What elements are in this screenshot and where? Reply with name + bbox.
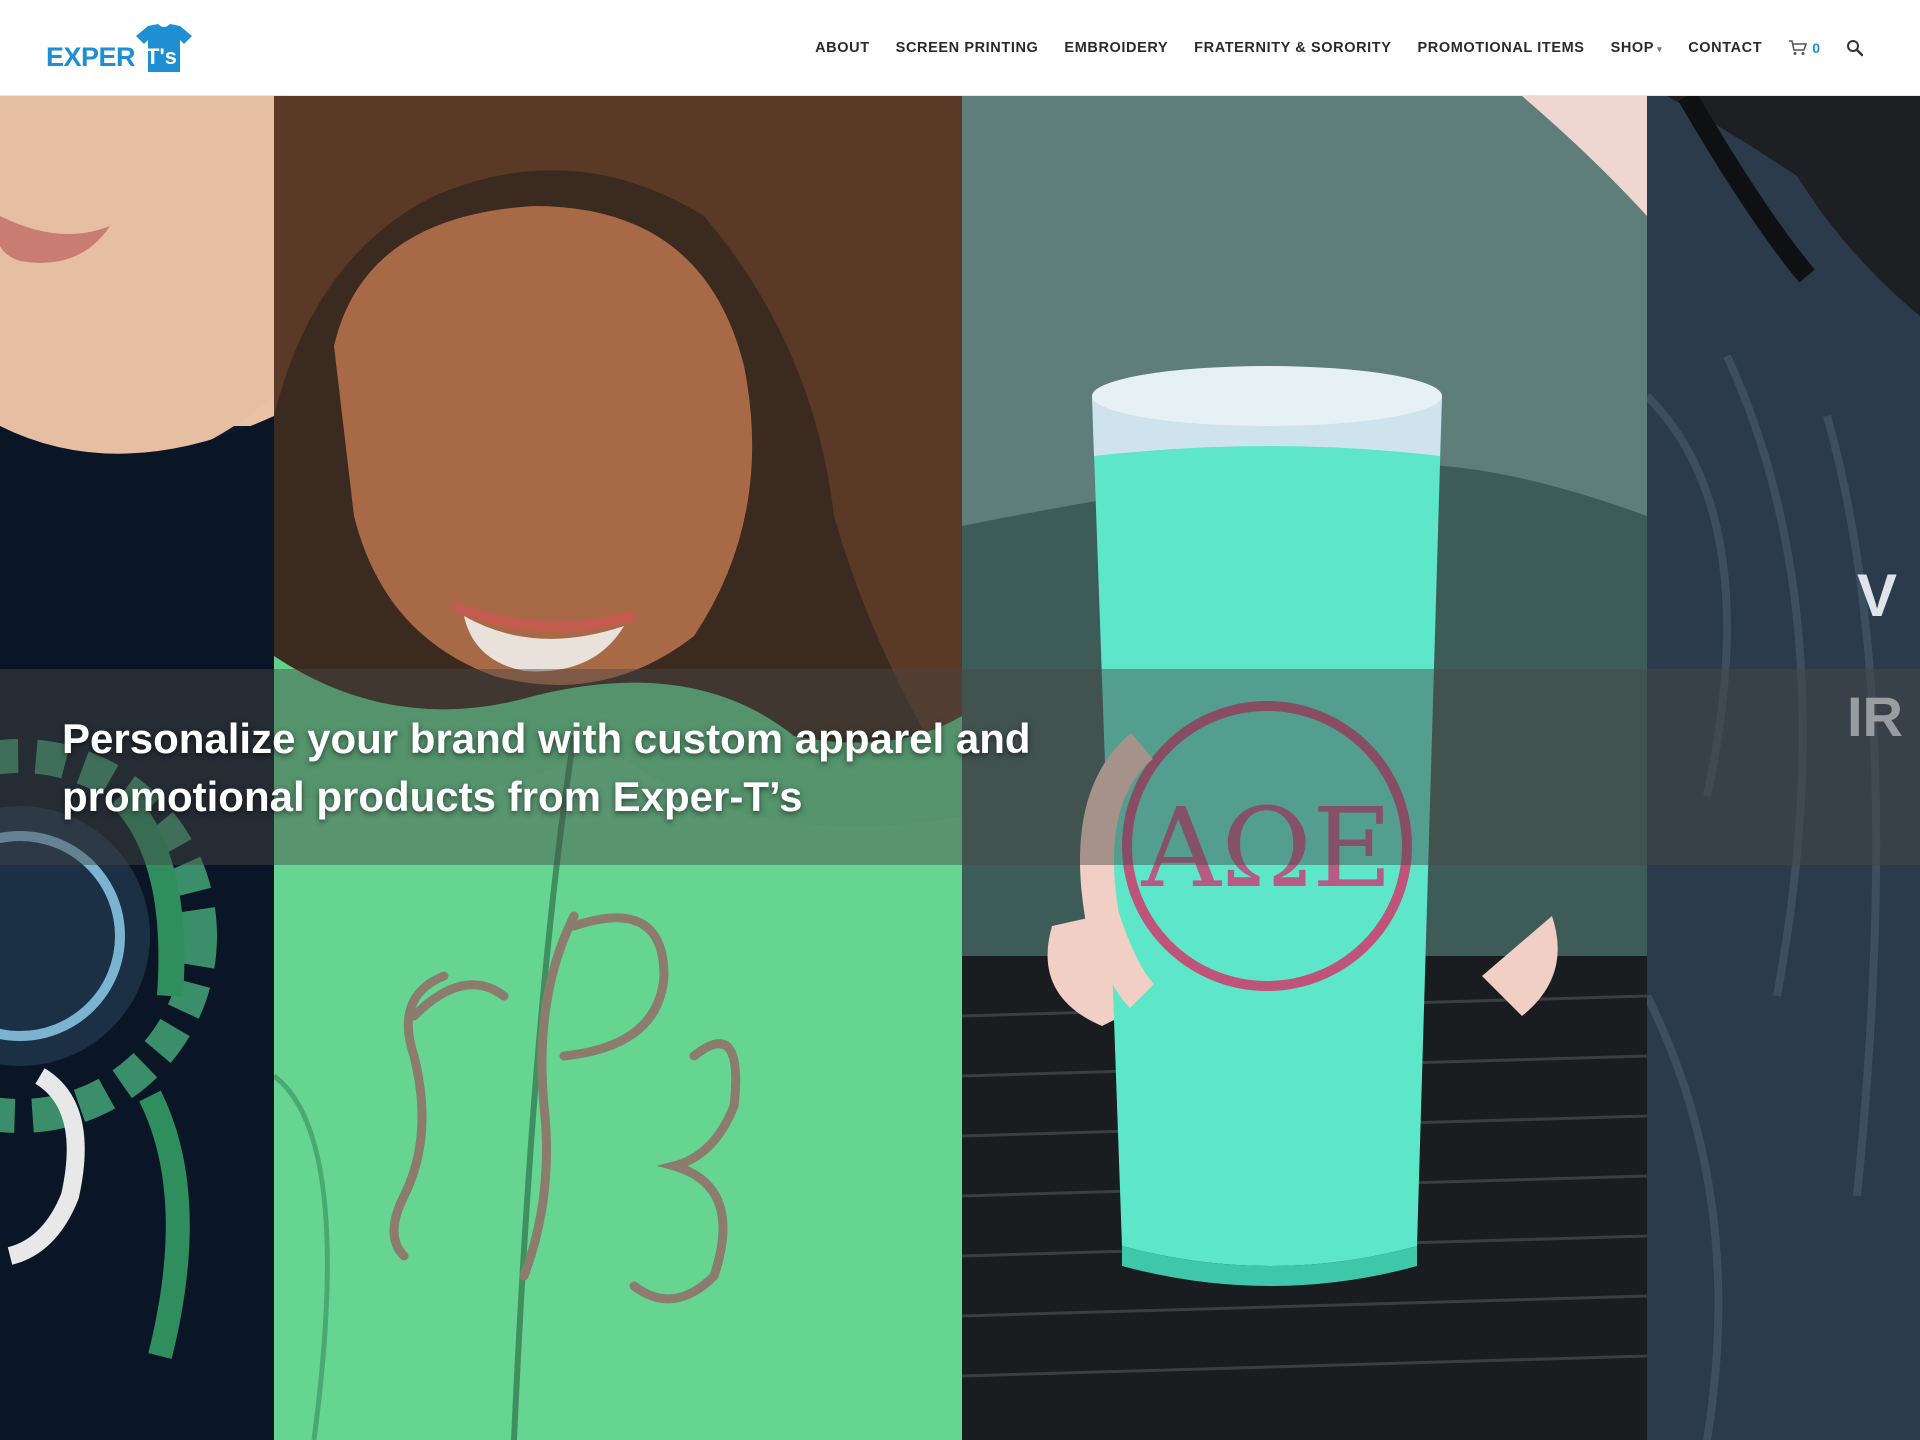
nav-fraternity-sorority[interactable]: FRATERNITY & SORORITY xyxy=(1194,40,1391,56)
cart-button[interactable]: 0 xyxy=(1788,40,1820,56)
site-header: EXPER T's ABOUT SCREEN PRINTING EMBROIDE… xyxy=(0,0,1920,96)
brand-logo[interactable]: EXPER T's xyxy=(46,22,194,74)
nav-promotional-items[interactable]: PROMOTIONAL ITEMS xyxy=(1418,40,1585,56)
nav-screen-printing[interactable]: SCREEN PRINTING xyxy=(896,40,1039,56)
nav-embroidery[interactable]: EMBROIDERY xyxy=(1064,40,1168,56)
nav-about[interactable]: ABOUT xyxy=(815,40,870,56)
search-icon xyxy=(1847,40,1864,57)
nav-shop[interactable]: SHOP ▾ xyxy=(1611,40,1663,56)
search-button[interactable] xyxy=(1846,39,1864,57)
cart-icon xyxy=(1789,40,1808,55)
hero-section: ΑΩΕ V IR Personalize your brand with cus… xyxy=(0,96,1920,1440)
nav-contact[interactable]: CONTACT xyxy=(1688,40,1762,56)
cart-count: 0 xyxy=(1812,40,1820,56)
logo-shirt-text: T's xyxy=(146,44,177,69)
svg-text:V: V xyxy=(1857,562,1897,629)
nav-shop-label: SHOP xyxy=(1610,40,1655,56)
main-nav: ABOUT SCREEN PRINTING EMBROIDERY FRATERN… xyxy=(789,38,1864,58)
hero-headline: Personalize your brand with custom appar… xyxy=(62,715,1031,820)
chevron-down-icon: ▾ xyxy=(1657,43,1663,54)
logo-text: EXPER xyxy=(46,42,136,72)
